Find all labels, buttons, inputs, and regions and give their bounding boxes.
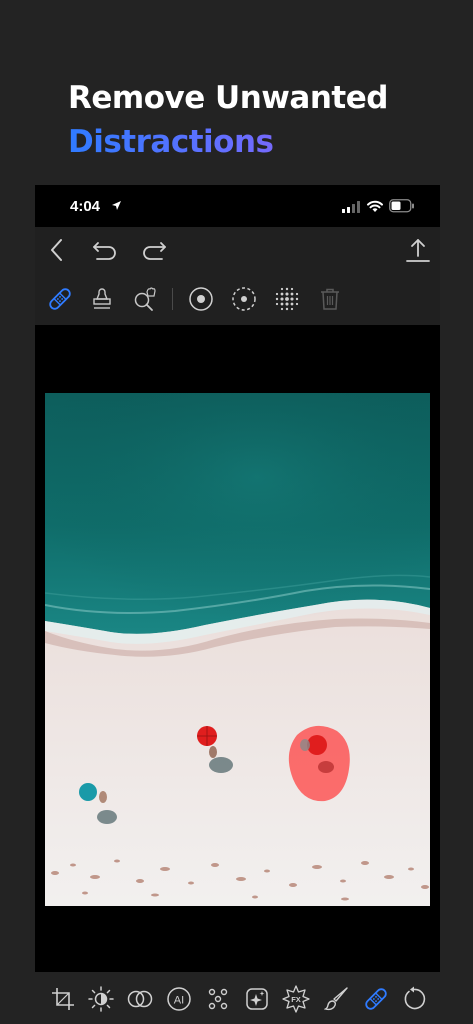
- beach-photo[interactable]: [45, 393, 430, 906]
- dashed-circle-icon[interactable]: [229, 284, 259, 314]
- nav-bar: [35, 227, 440, 273]
- fx-icon[interactable]: FX: [281, 984, 311, 1014]
- toolbar-separator: [172, 288, 173, 310]
- share-icon[interactable]: [403, 235, 433, 265]
- ai-label: AI: [174, 995, 184, 1007]
- brush-size-icon[interactable]: [186, 284, 216, 314]
- headline: Remove Unwanted Distractions: [68, 76, 388, 164]
- halftone-icon[interactable]: [272, 284, 302, 314]
- reset-icon[interactable]: [399, 984, 429, 1014]
- undo-icon[interactable]: [90, 235, 120, 265]
- headline-line-1: Remove Unwanted: [68, 80, 388, 116]
- fx-label: FX: [291, 995, 301, 1004]
- wifi-icon: [367, 200, 383, 212]
- location-icon: [112, 201, 121, 210]
- trash-icon[interactable]: [315, 284, 345, 314]
- adjust-icon[interactable]: [86, 984, 116, 1014]
- sparkle-icon[interactable]: [242, 984, 272, 1014]
- tool-row: [35, 277, 440, 321]
- bandage-icon[interactable]: [361, 984, 391, 1014]
- bottom-toolbar: AI FX: [0, 972, 473, 1024]
- brush-icon[interactable]: [322, 984, 352, 1014]
- status-bar: 4:04: [35, 185, 440, 227]
- battery-icon: [389, 199, 414, 213]
- headline-line-2: Distractions: [68, 120, 388, 164]
- signal-icon: [342, 201, 360, 213]
- blend-icon[interactable]: [125, 984, 155, 1014]
- status-time: 4:04: [70, 198, 101, 215]
- dots-icon[interactable]: [203, 984, 233, 1014]
- phone-screen: 4:04: [35, 185, 440, 972]
- back-icon[interactable]: [42, 235, 72, 265]
- ai-icon[interactable]: AI: [164, 984, 194, 1014]
- stamp-icon[interactable]: [87, 284, 117, 314]
- quick-select-icon[interactable]: [130, 284, 160, 314]
- crop-icon[interactable]: [48, 984, 78, 1014]
- editor-canvas[interactable]: [35, 325, 440, 972]
- bandage-icon[interactable]: [45, 284, 75, 314]
- redo-icon[interactable]: [139, 235, 169, 265]
